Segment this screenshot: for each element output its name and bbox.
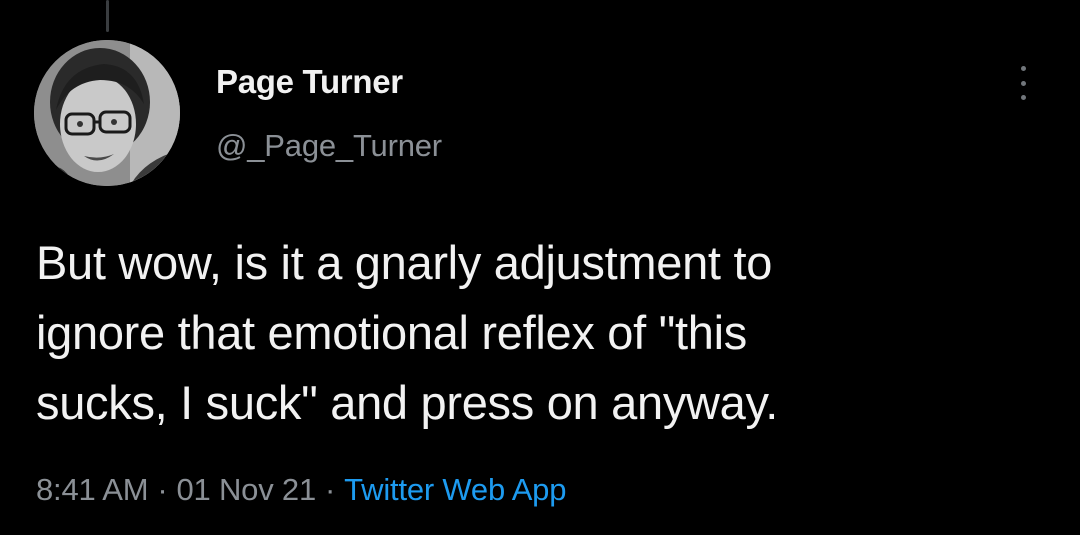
avatar[interactable] <box>34 40 180 186</box>
tweet-text-line: sucks, I suck" and press on anyway. <box>36 376 778 429</box>
tweet-header: Page Turner @_Page_Turner <box>216 60 442 168</box>
more-dot <box>1020 80 1026 86</box>
tweet-metadata: 8:41 AM · 01 Nov 21 · Twitter Web App <box>36 468 566 512</box>
thread-connector-line <box>106 0 109 32</box>
tweet-text-line: ignore that emotional reflex of "this <box>36 306 747 359</box>
more-dot <box>1020 66 1026 71</box>
tweet-source-link[interactable]: Twitter Web App <box>344 472 566 507</box>
more-dot <box>1020 95 1026 100</box>
meta-separator: · <box>157 472 168 507</box>
tweet-text: But wow, is it a gnarly adjustment to ig… <box>36 228 1056 438</box>
tweet-text-line: But wow, is it a gnarly adjustment to <box>36 236 773 289</box>
author-handle[interactable]: @_Page_Turner <box>216 124 442 168</box>
author-display-name[interactable]: Page Turner <box>216 60 442 104</box>
tweet-date[interactable]: 01 Nov 21 <box>176 472 316 507</box>
more-options-icon[interactable] <box>1010 66 1036 100</box>
meta-separator: · <box>325 472 336 507</box>
tweet-time[interactable]: 8:41 AM <box>36 472 149 507</box>
avatar-photo <box>34 40 180 186</box>
